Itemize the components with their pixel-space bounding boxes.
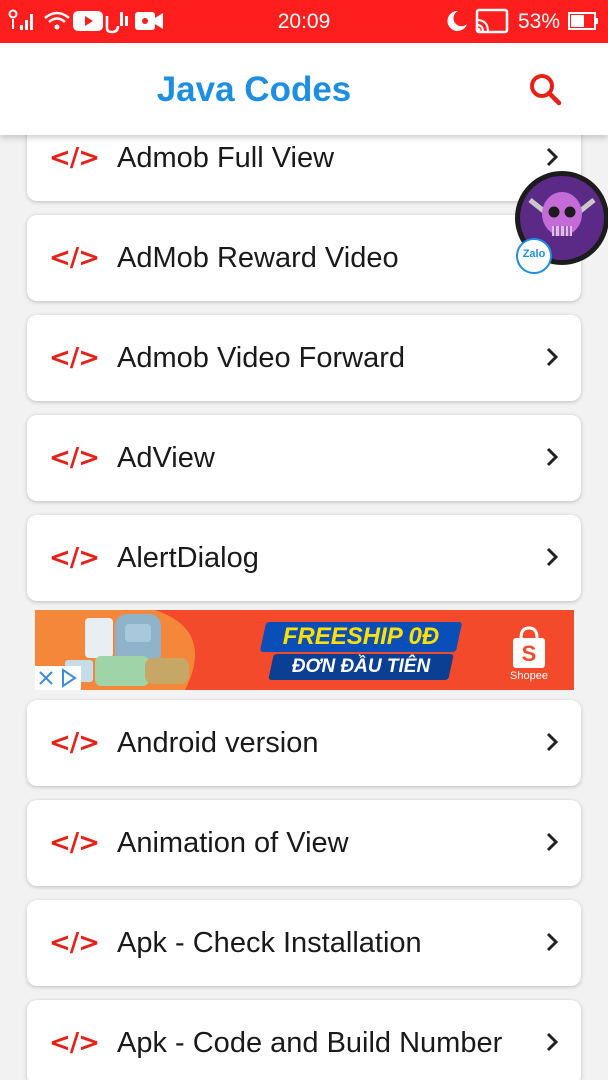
- chevron-right-icon: [546, 832, 559, 852]
- moon-icon: [447, 10, 467, 31]
- list-item-animation-of-view[interactable]: </> Animation of View: [27, 800, 581, 886]
- code-icon: </>: [49, 828, 100, 858]
- chevron-right-icon: [546, 1032, 559, 1052]
- ad-banner[interactable]: FREESHIP 0Đ ĐƠN ĐẦU TIÊN S Shopee: [35, 610, 574, 690]
- ad-brand: Shopee: [510, 670, 548, 682]
- chevron-right-icon: [546, 147, 559, 167]
- list-item-apk-code-build-number[interactable]: </> Apk - Code and Build Number: [27, 1000, 581, 1080]
- code-icon: </>: [49, 728, 100, 758]
- chevron-right-icon: [546, 347, 559, 367]
- battery-icon: [568, 12, 598, 30]
- chevron-right-icon: [546, 547, 559, 567]
- search-icon: [530, 74, 562, 106]
- list-item-label: Apk - Code and Build Number: [117, 1027, 503, 1059]
- list-item-label: Android version: [117, 727, 319, 759]
- list-item-label: Animation of View: [117, 827, 349, 859]
- ad-subline: ĐƠN ĐẦU TIÊN: [291, 656, 431, 677]
- adchoices-icon: [62, 668, 77, 688]
- battery-percent: 53%: [517, 10, 560, 33]
- code-icon: </>: [49, 443, 100, 473]
- status-bar: 20:09 53%: [0, 0, 608, 43]
- code-icon: </>: [49, 928, 100, 958]
- ad-headline-box: FREESHIP 0Đ: [259, 622, 463, 652]
- cast-icon: [475, 8, 509, 34]
- ad-close-button[interactable]: [35, 666, 57, 690]
- close-icon: [39, 671, 53, 685]
- search-button[interactable]: [526, 70, 566, 110]
- ad-info-button[interactable]: [57, 666, 81, 690]
- code-icon: </>: [49, 243, 100, 273]
- code-icon: </>: [49, 343, 100, 373]
- ad-headline: FREESHIP 0Đ: [282, 623, 440, 650]
- list-item-adview[interactable]: </> AdView: [27, 415, 581, 501]
- code-icon: </>: [49, 1028, 100, 1058]
- chevron-right-icon: [546, 732, 559, 752]
- zalo-chat-head[interactable]: Zalo: [512, 168, 608, 274]
- list-item-admob-reward-video[interactable]: </> AdMob Reward Video: [27, 215, 581, 301]
- status-time: 20:09: [277, 10, 331, 33]
- list-item-label: AlertDialog: [117, 542, 259, 574]
- ad-subline-box: ĐƠN ĐẦU TIÊN: [268, 654, 454, 680]
- shopee-bag-icon: S: [513, 626, 545, 668]
- list-item-label: Apk - Check Installation: [117, 927, 422, 959]
- list-item-alertdialog[interactable]: </> AlertDialog: [27, 515, 581, 601]
- app-bar: Java Codes: [0, 43, 608, 135]
- svg-text:S: S: [522, 641, 537, 666]
- list-item-android-version[interactable]: </> Android version: [27, 700, 581, 786]
- code-list: </> Admob Full View </> AdMob Reward Vid…: [0, 135, 608, 1080]
- list-item-label: Admob Full View: [117, 142, 335, 174]
- zalo-badge-label: Zalo: [522, 248, 546, 260]
- list-item-admob-full-view[interactable]: </> Admob Full View: [27, 135, 581, 201]
- app-title: Java Codes: [156, 70, 352, 109]
- chevron-right-icon: [546, 932, 559, 952]
- list-item-label: Admob Video Forward: [117, 342, 406, 374]
- list-item-admob-video-forward[interactable]: </> Admob Video Forward: [27, 315, 581, 401]
- code-icon: </>: [49, 543, 100, 573]
- chevron-right-icon: [546, 447, 559, 467]
- list-item-apk-check-installation[interactable]: </> Apk - Check Installation: [27, 900, 581, 986]
- list-item-label: AdMob Reward Video: [117, 242, 399, 274]
- list-item-label: AdView: [117, 442, 215, 474]
- code-icon: </>: [49, 143, 100, 173]
